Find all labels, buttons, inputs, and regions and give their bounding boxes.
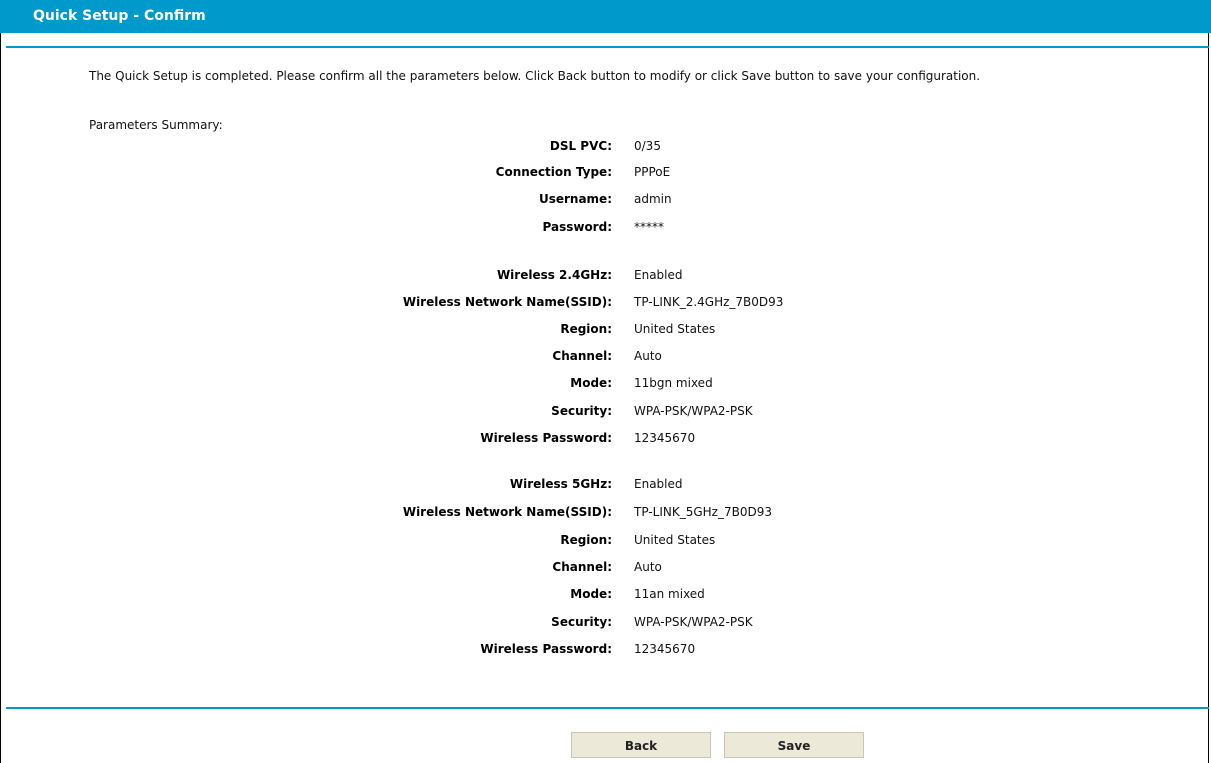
param-row: Mode: 11bgn mixed xyxy=(0,372,1211,394)
save-button[interactable]: Save xyxy=(724,732,864,758)
param-row: Wireless Network Name(SSID): TP-LINK_5GHz… xyxy=(0,501,1211,523)
param-row: Mode: 11an mixed xyxy=(0,583,1211,605)
param-row: Region: United States xyxy=(0,318,1211,340)
param-value: TP-LINK_5GHz_7B0D93 xyxy=(634,505,772,519)
param-label: Wireless Network Name(SSID): xyxy=(402,295,612,309)
param-value: United States xyxy=(634,322,716,336)
param-value: 0/35 xyxy=(634,139,661,153)
param-label: Password: xyxy=(542,220,613,234)
param-value: Enabled xyxy=(634,268,683,282)
param-label: Wireless 2.4GHz: xyxy=(496,268,612,282)
param-label: Username: xyxy=(538,192,612,206)
param-row: Region: United States xyxy=(0,529,1211,551)
bottom-divider xyxy=(6,707,1209,709)
param-row: Security: WPA-PSK/WPA2-PSK xyxy=(0,400,1211,422)
param-label: Mode: xyxy=(570,376,612,390)
top-divider xyxy=(6,46,1209,48)
param-value: 12345670 xyxy=(634,431,696,445)
param-label: Connection Type: xyxy=(495,165,612,179)
param-row: Wireless Password: 12345670 xyxy=(0,427,1211,449)
param-label: Security: xyxy=(551,404,612,418)
param-label: Mode: xyxy=(570,587,612,601)
param-label: Channel: xyxy=(552,349,612,363)
param-row: Wireless 5GHz: Enabled xyxy=(0,473,1211,495)
param-value: admin xyxy=(634,192,672,206)
param-label: Wireless Password: xyxy=(480,642,612,656)
param-row: Channel: Auto xyxy=(0,556,1211,578)
param-value: Enabled xyxy=(634,477,683,491)
param-value: United States xyxy=(634,533,716,547)
param-row: Username: admin xyxy=(0,188,1211,210)
param-label: Wireless 5GHz: xyxy=(509,477,612,491)
param-row: Password: ***** xyxy=(0,216,1211,238)
param-label: Wireless Password: xyxy=(480,431,612,445)
param-row: Connection Type: PPPoE xyxy=(0,161,1211,183)
param-value: 11an mixed xyxy=(634,587,705,601)
param-label: Region: xyxy=(560,322,612,336)
param-value: PPPoE xyxy=(634,165,671,179)
param-label: Wireless Network Name(SSID): xyxy=(402,505,612,519)
param-row: Channel: Auto xyxy=(0,345,1211,367)
param-label: Region: xyxy=(560,533,612,547)
param-value: ***** xyxy=(634,220,664,234)
param-value: 12345670 xyxy=(634,642,696,656)
param-value: WPA-PSK/WPA2-PSK xyxy=(634,404,753,418)
back-button[interactable]: Back xyxy=(571,732,711,758)
param-value: 11bgn mixed xyxy=(634,376,713,390)
intro-text: The Quick Setup is completed. Please con… xyxy=(89,69,981,83)
param-value: TP-LINK_2.4GHz_7B0D93 xyxy=(634,295,784,309)
page-title: Quick Setup - Confirm xyxy=(0,0,1211,33)
param-row: Security: WPA-PSK/WPA2-PSK xyxy=(0,611,1211,633)
param-value: WPA-PSK/WPA2-PSK xyxy=(634,615,753,629)
param-row: DSL PVC: 0/35 xyxy=(0,135,1211,157)
param-value: Auto xyxy=(634,349,662,363)
param-row: Wireless 2.4GHz: Enabled xyxy=(0,264,1211,286)
param-value: Auto xyxy=(634,560,662,574)
summary-label: Parameters Summary: xyxy=(89,118,223,132)
param-row: Wireless Network Name(SSID): TP-LINK_2.4G… xyxy=(0,291,1211,313)
param-row: Wireless Password: 12345670 xyxy=(0,638,1211,660)
param-label: Channel: xyxy=(552,560,612,574)
param-label: Security: xyxy=(551,615,612,629)
param-label: DSL PVC: xyxy=(549,139,612,153)
